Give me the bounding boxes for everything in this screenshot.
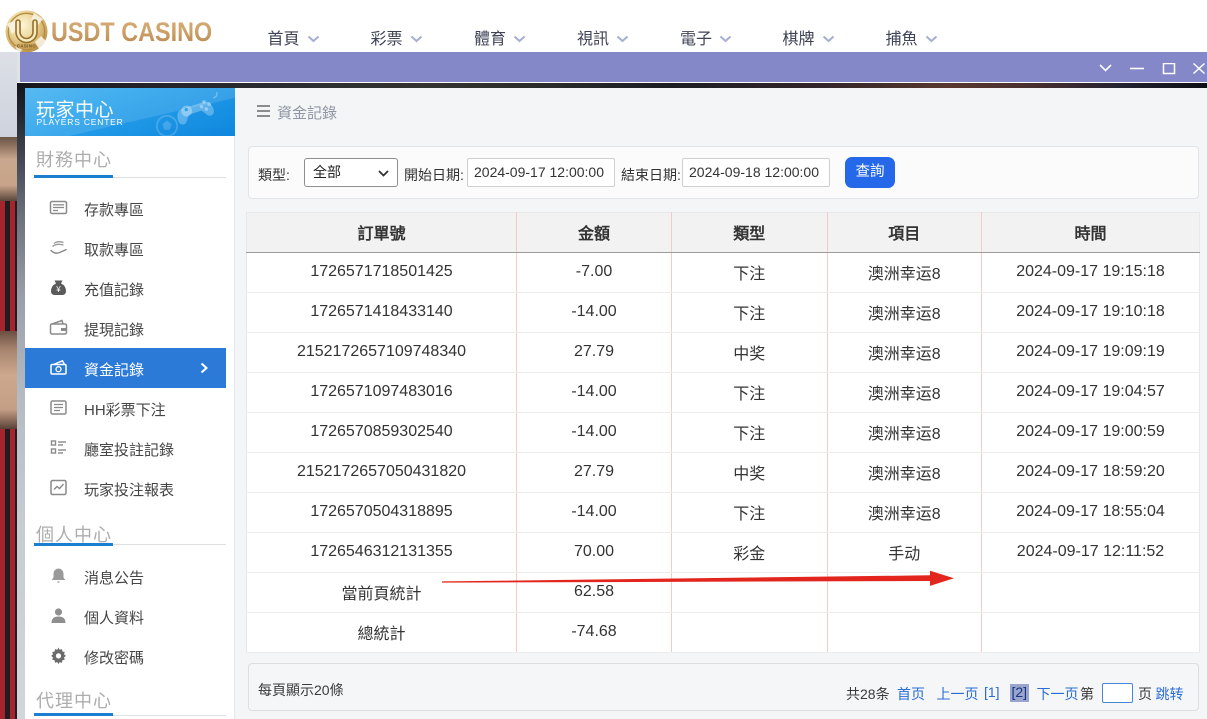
svg-text:¥: ¥	[55, 285, 61, 294]
svg-text:CASINO: CASINO	[17, 44, 37, 49]
